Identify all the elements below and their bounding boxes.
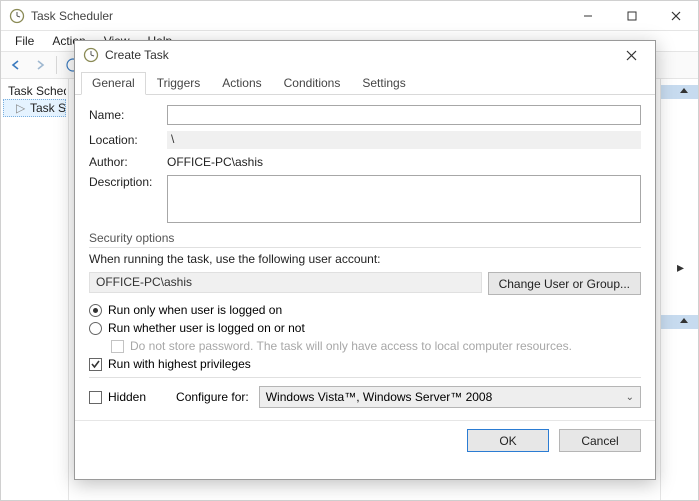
tab-panel-general: Name: Location: \ Author: OFFICE-PC\ashi…	[75, 95, 655, 416]
forward-button[interactable]	[29, 54, 51, 76]
tree-child[interactable]: ▷ Task S	[3, 99, 66, 117]
security-when-running: When running the task, use the following…	[89, 252, 641, 266]
user-account-value: OFFICE-PC\ashis	[89, 272, 482, 293]
radio-logged-or-not-label: Run whether user is logged on or not	[108, 321, 305, 335]
divider	[56, 56, 57, 74]
back-button[interactable]	[5, 54, 27, 76]
location-label: Location:	[89, 133, 167, 147]
close-button[interactable]	[654, 1, 698, 31]
author-label: Author:	[89, 155, 167, 169]
tree-pane: Task Scheduler ▷ Task S	[1, 79, 69, 500]
actions-collapse-2[interactable]	[661, 315, 698, 329]
app-title: Task Scheduler	[31, 9, 566, 23]
chevron-down-icon: ⌄	[626, 392, 634, 403]
configure-for-value: Windows Vista™, Windows Server™ 2008	[266, 390, 493, 404]
expand-icon: ▷	[16, 101, 24, 115]
maximize-button[interactable]	[610, 1, 654, 31]
change-user-button[interactable]: Change User or Group...	[488, 272, 641, 295]
description-input[interactable]	[167, 175, 641, 223]
clock-icon	[9, 8, 25, 24]
tab-actions[interactable]: Actions	[211, 72, 272, 95]
configure-for-label: Configure for:	[176, 390, 249, 404]
clock-icon	[83, 47, 99, 63]
tab-settings[interactable]: Settings	[351, 72, 416, 95]
location-value: \	[167, 131, 641, 149]
tab-strip: General Triggers Actions Conditions Sett…	[75, 71, 655, 95]
configure-for-select[interactable]: Windows Vista™, Windows Server™ 2008 ⌄	[259, 386, 641, 408]
radio-icon	[89, 304, 102, 317]
actions-collapse-1[interactable]	[661, 85, 698, 99]
tree-root-label: Task Scheduler	[8, 84, 66, 98]
name-input[interactable]	[167, 105, 641, 125]
window-controls	[566, 1, 698, 31]
create-task-dialog: Create Task General Triggers Actions Con…	[74, 40, 656, 480]
tab-triggers[interactable]: Triggers	[146, 72, 212, 95]
do-not-store-label: Do not store password. The task will onl…	[130, 339, 572, 353]
author-value: OFFICE-PC\ashis	[167, 155, 263, 169]
dialog-close-button[interactable]	[615, 44, 647, 66]
security-options-header: Security options	[89, 231, 641, 248]
radio-logged-on[interactable]: Run only when user is logged on	[89, 303, 641, 317]
dialog-button-row: OK Cancel	[75, 420, 655, 452]
ok-button[interactable]: OK	[467, 429, 549, 452]
radio-icon	[89, 322, 102, 335]
minimize-button[interactable]	[566, 1, 610, 31]
cancel-button[interactable]: Cancel	[559, 429, 641, 452]
name-label: Name:	[89, 108, 167, 122]
checkbox-icon	[89, 391, 102, 404]
checkbox-icon	[111, 340, 124, 353]
titlebar: Task Scheduler	[1, 1, 698, 31]
hidden-label: Hidden	[108, 390, 146, 404]
highest-priv-label: Run with highest privileges	[108, 357, 251, 371]
chevron-right-icon[interactable]: ▸	[677, 259, 684, 276]
tab-conditions[interactable]: Conditions	[273, 72, 352, 95]
checkbox-do-not-store: Do not store password. The task will onl…	[111, 339, 641, 353]
tree-root[interactable]: Task Scheduler	[3, 83, 66, 99]
checkbox-highest-privileges[interactable]: Run with highest privileges	[89, 357, 641, 371]
description-label: Description:	[89, 175, 167, 189]
radio-logged-on-or-not[interactable]: Run whether user is logged on or not	[89, 321, 641, 335]
checkbox-hidden[interactable]: Hidden	[89, 390, 146, 404]
actions-pane: ▸	[660, 79, 698, 500]
tab-general[interactable]: General	[81, 72, 146, 95]
tree-child-label: Task S	[30, 101, 66, 115]
radio-logged-on-label: Run only when user is logged on	[108, 303, 282, 317]
menu-file[interactable]: File	[7, 33, 42, 49]
dialog-title: Create Task	[105, 48, 615, 62]
dialog-titlebar: Create Task	[75, 41, 655, 69]
checkbox-icon	[89, 358, 102, 371]
